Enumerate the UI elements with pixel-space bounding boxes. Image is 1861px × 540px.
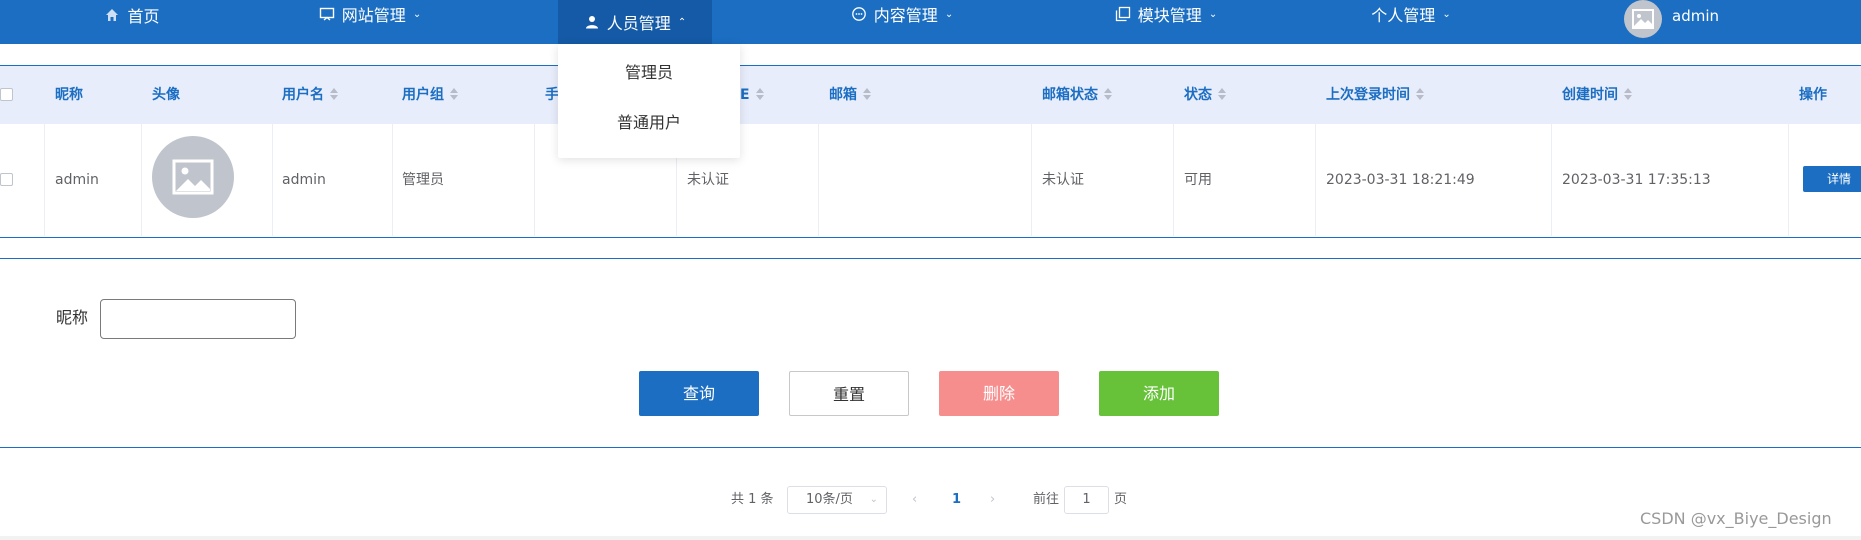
nav-item-label: 人员管理 xyxy=(606,14,671,33)
image-placeholder-icon xyxy=(172,159,214,195)
column-divider xyxy=(1031,124,1032,236)
delete-button[interactable]: 删除 xyxy=(939,371,1059,416)
header-status[interactable]: 状态 xyxy=(1184,66,1226,124)
header-avatar: 头像 xyxy=(152,87,180,103)
sort-icon[interactable] xyxy=(1624,88,1632,100)
table-header: 昵称 头像 用户名 用户组 手 E 邮箱 邮箱状态 状态 上次登录时间 创建时间… xyxy=(0,66,1861,124)
header-group[interactable]: 用户组 xyxy=(402,66,458,124)
image-placeholder-icon xyxy=(1632,9,1654,29)
column-divider xyxy=(818,124,819,236)
row-checkbox[interactable] xyxy=(0,173,13,186)
chevron-down-icon: ⌄ xyxy=(944,8,954,20)
column-divider xyxy=(1173,124,1174,236)
reset-button[interactable]: 重置 xyxy=(789,371,909,416)
chevron-down-icon: ⌄ xyxy=(412,8,422,20)
nav-item-label: 首页 xyxy=(127,7,160,26)
cell-last-login: 2023-03-31 18:21:49 xyxy=(1326,172,1475,188)
chevron-down-icon: ⌄ xyxy=(1208,8,1218,20)
sort-icon[interactable] xyxy=(1104,88,1112,100)
detail-button[interactable]: 详情 xyxy=(1803,166,1861,192)
column-divider xyxy=(1551,124,1552,236)
goto-label: 前往 xyxy=(1033,492,1060,507)
monitor-icon xyxy=(319,6,335,22)
cell-group: 管理员 xyxy=(402,172,444,188)
column-divider xyxy=(534,124,535,236)
nav-item-content[interactable]: 内容管理 ⌄ xyxy=(842,0,962,28)
avatar xyxy=(152,136,234,218)
header-phone: 手 xyxy=(545,87,559,103)
next-page-icon[interactable]: › xyxy=(990,486,995,514)
add-button[interactable]: 添加 xyxy=(1099,371,1219,416)
header-email-state[interactable]: 邮箱状态 xyxy=(1042,66,1112,124)
nickname-search-input[interactable] xyxy=(100,299,296,339)
column-divider xyxy=(1788,124,1789,236)
header-action: 操作 xyxy=(1799,87,1827,103)
page-size-value: 10条/页 xyxy=(806,492,853,507)
column-divider xyxy=(1315,124,1316,236)
dropdown-item-normal-user[interactable]: 普通用户 xyxy=(558,98,740,148)
chevron-down-icon: ⌄ xyxy=(1442,8,1451,20)
page-size-select[interactable]: 10条/页 ⌄ xyxy=(787,486,887,514)
divider xyxy=(0,447,1861,448)
column-divider xyxy=(141,124,142,236)
dropdown-item-admin[interactable]: 管理员 xyxy=(558,48,740,98)
sort-icon[interactable] xyxy=(330,88,338,100)
chevron-up-icon: ⌃ xyxy=(677,16,687,28)
nav-item-personnel[interactable]: 人员管理 ⌃ xyxy=(558,0,712,44)
nav-item-website[interactable]: 网站管理 ⌄ xyxy=(310,0,430,28)
sort-icon[interactable] xyxy=(863,88,871,100)
cell-nickname: admin xyxy=(55,172,99,188)
select-all-checkbox[interactable] xyxy=(0,88,13,101)
cell-username: admin xyxy=(282,172,326,188)
nav-item-module[interactable]: 模块管理 ⌄ xyxy=(1106,0,1226,28)
nav-item-personal[interactable]: 个人管理 ⌄ xyxy=(1366,0,1456,28)
nav-item-label: 内容管理 xyxy=(873,6,938,25)
header-email[interactable]: 邮箱 xyxy=(829,66,871,124)
column-divider xyxy=(44,124,45,236)
divider xyxy=(0,237,1861,238)
pagination-total: 共 1 条 xyxy=(731,492,774,507)
header-created[interactable]: 创建时间 xyxy=(1562,66,1632,124)
cell-email-state: 未认证 xyxy=(1042,172,1084,188)
goto-page-input[interactable]: 1 xyxy=(1064,486,1109,514)
chevron-down-icon: ⌄ xyxy=(869,494,878,505)
prev-page-icon[interactable]: ‹ xyxy=(912,486,917,514)
header-username[interactable]: 用户名 xyxy=(282,66,338,124)
watermark: CSDN @vx_Biye_Design xyxy=(1640,509,1832,528)
sort-icon[interactable] xyxy=(755,88,764,100)
divider xyxy=(0,258,1861,259)
avatar[interactable] xyxy=(1624,0,1662,38)
page-number-current[interactable]: 1 xyxy=(952,486,961,514)
nickname-label: 昵称 xyxy=(56,308,89,327)
nav-item-label: 模块管理 xyxy=(1137,6,1202,25)
top-nav: 首页 网站管理 ⌄ 人员管理 ⌃ 内容管理 ⌄ 模块管理 ⌄ 个人管理 ⌄ ad… xyxy=(0,0,1861,44)
personnel-dropdown-menu: 管理员 普通用户 xyxy=(558,44,740,158)
nav-item-label: 个人管理 xyxy=(1371,6,1436,25)
home-icon xyxy=(104,7,120,23)
header-nickname: 昵称 xyxy=(55,87,83,103)
chat-icon xyxy=(851,6,867,22)
column-divider xyxy=(392,124,393,236)
user-icon xyxy=(584,14,600,30)
cell-status: 可用 xyxy=(1184,172,1212,188)
copy-icon xyxy=(1115,6,1131,22)
header-last-login[interactable]: 上次登录时间 xyxy=(1326,66,1424,124)
page-suffix: 页 xyxy=(1114,492,1128,507)
sort-icon[interactable] xyxy=(1218,88,1226,100)
header-cert-state[interactable]: E xyxy=(740,66,764,124)
user-name[interactable]: admin xyxy=(1672,0,1719,32)
sort-icon[interactable] xyxy=(1416,88,1424,100)
cell-created: 2023-03-31 17:35:13 xyxy=(1562,172,1711,188)
nav-item-home[interactable]: 首页 xyxy=(92,0,172,30)
nav-item-label: 网站管理 xyxy=(341,6,406,25)
column-divider xyxy=(272,124,273,236)
bottom-edge xyxy=(0,536,1861,540)
sort-icon[interactable] xyxy=(450,88,458,100)
query-button[interactable]: 查询 xyxy=(639,371,759,416)
